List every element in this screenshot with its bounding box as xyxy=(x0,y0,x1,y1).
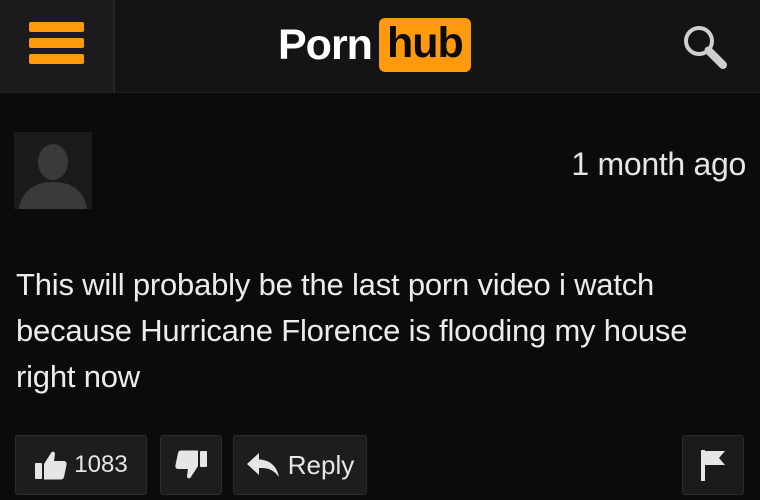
site-header: Porn hub xyxy=(0,0,760,93)
search-button[interactable] xyxy=(680,22,730,72)
like-button[interactable]: 1083 xyxy=(15,435,147,495)
like-count: 1083 xyxy=(74,451,128,478)
flag-button[interactable] xyxy=(682,435,744,495)
logo-badge: hub xyxy=(378,18,471,72)
site-logo[interactable]: Porn hub xyxy=(278,17,471,73)
logo-word-primary: Porn xyxy=(278,20,373,69)
user-silhouette-icon xyxy=(19,144,87,209)
reply-button[interactable]: Reply xyxy=(233,435,367,495)
thumbs-down-icon xyxy=(174,450,208,480)
comment-timestamp: 1 month ago xyxy=(571,146,746,182)
reply-arrow-icon xyxy=(246,452,280,478)
avatar[interactable] xyxy=(14,132,92,209)
dislike-button[interactable] xyxy=(160,435,222,495)
reply-label: Reply xyxy=(287,449,355,480)
menu-button[interactable] xyxy=(0,0,115,92)
thumbs-up-icon xyxy=(34,450,68,480)
search-icon xyxy=(684,26,727,69)
flag-icon xyxy=(698,448,728,482)
logo-word-badge: hub xyxy=(386,19,464,67)
comment-text: This will probably be the last porn vide… xyxy=(16,267,688,394)
